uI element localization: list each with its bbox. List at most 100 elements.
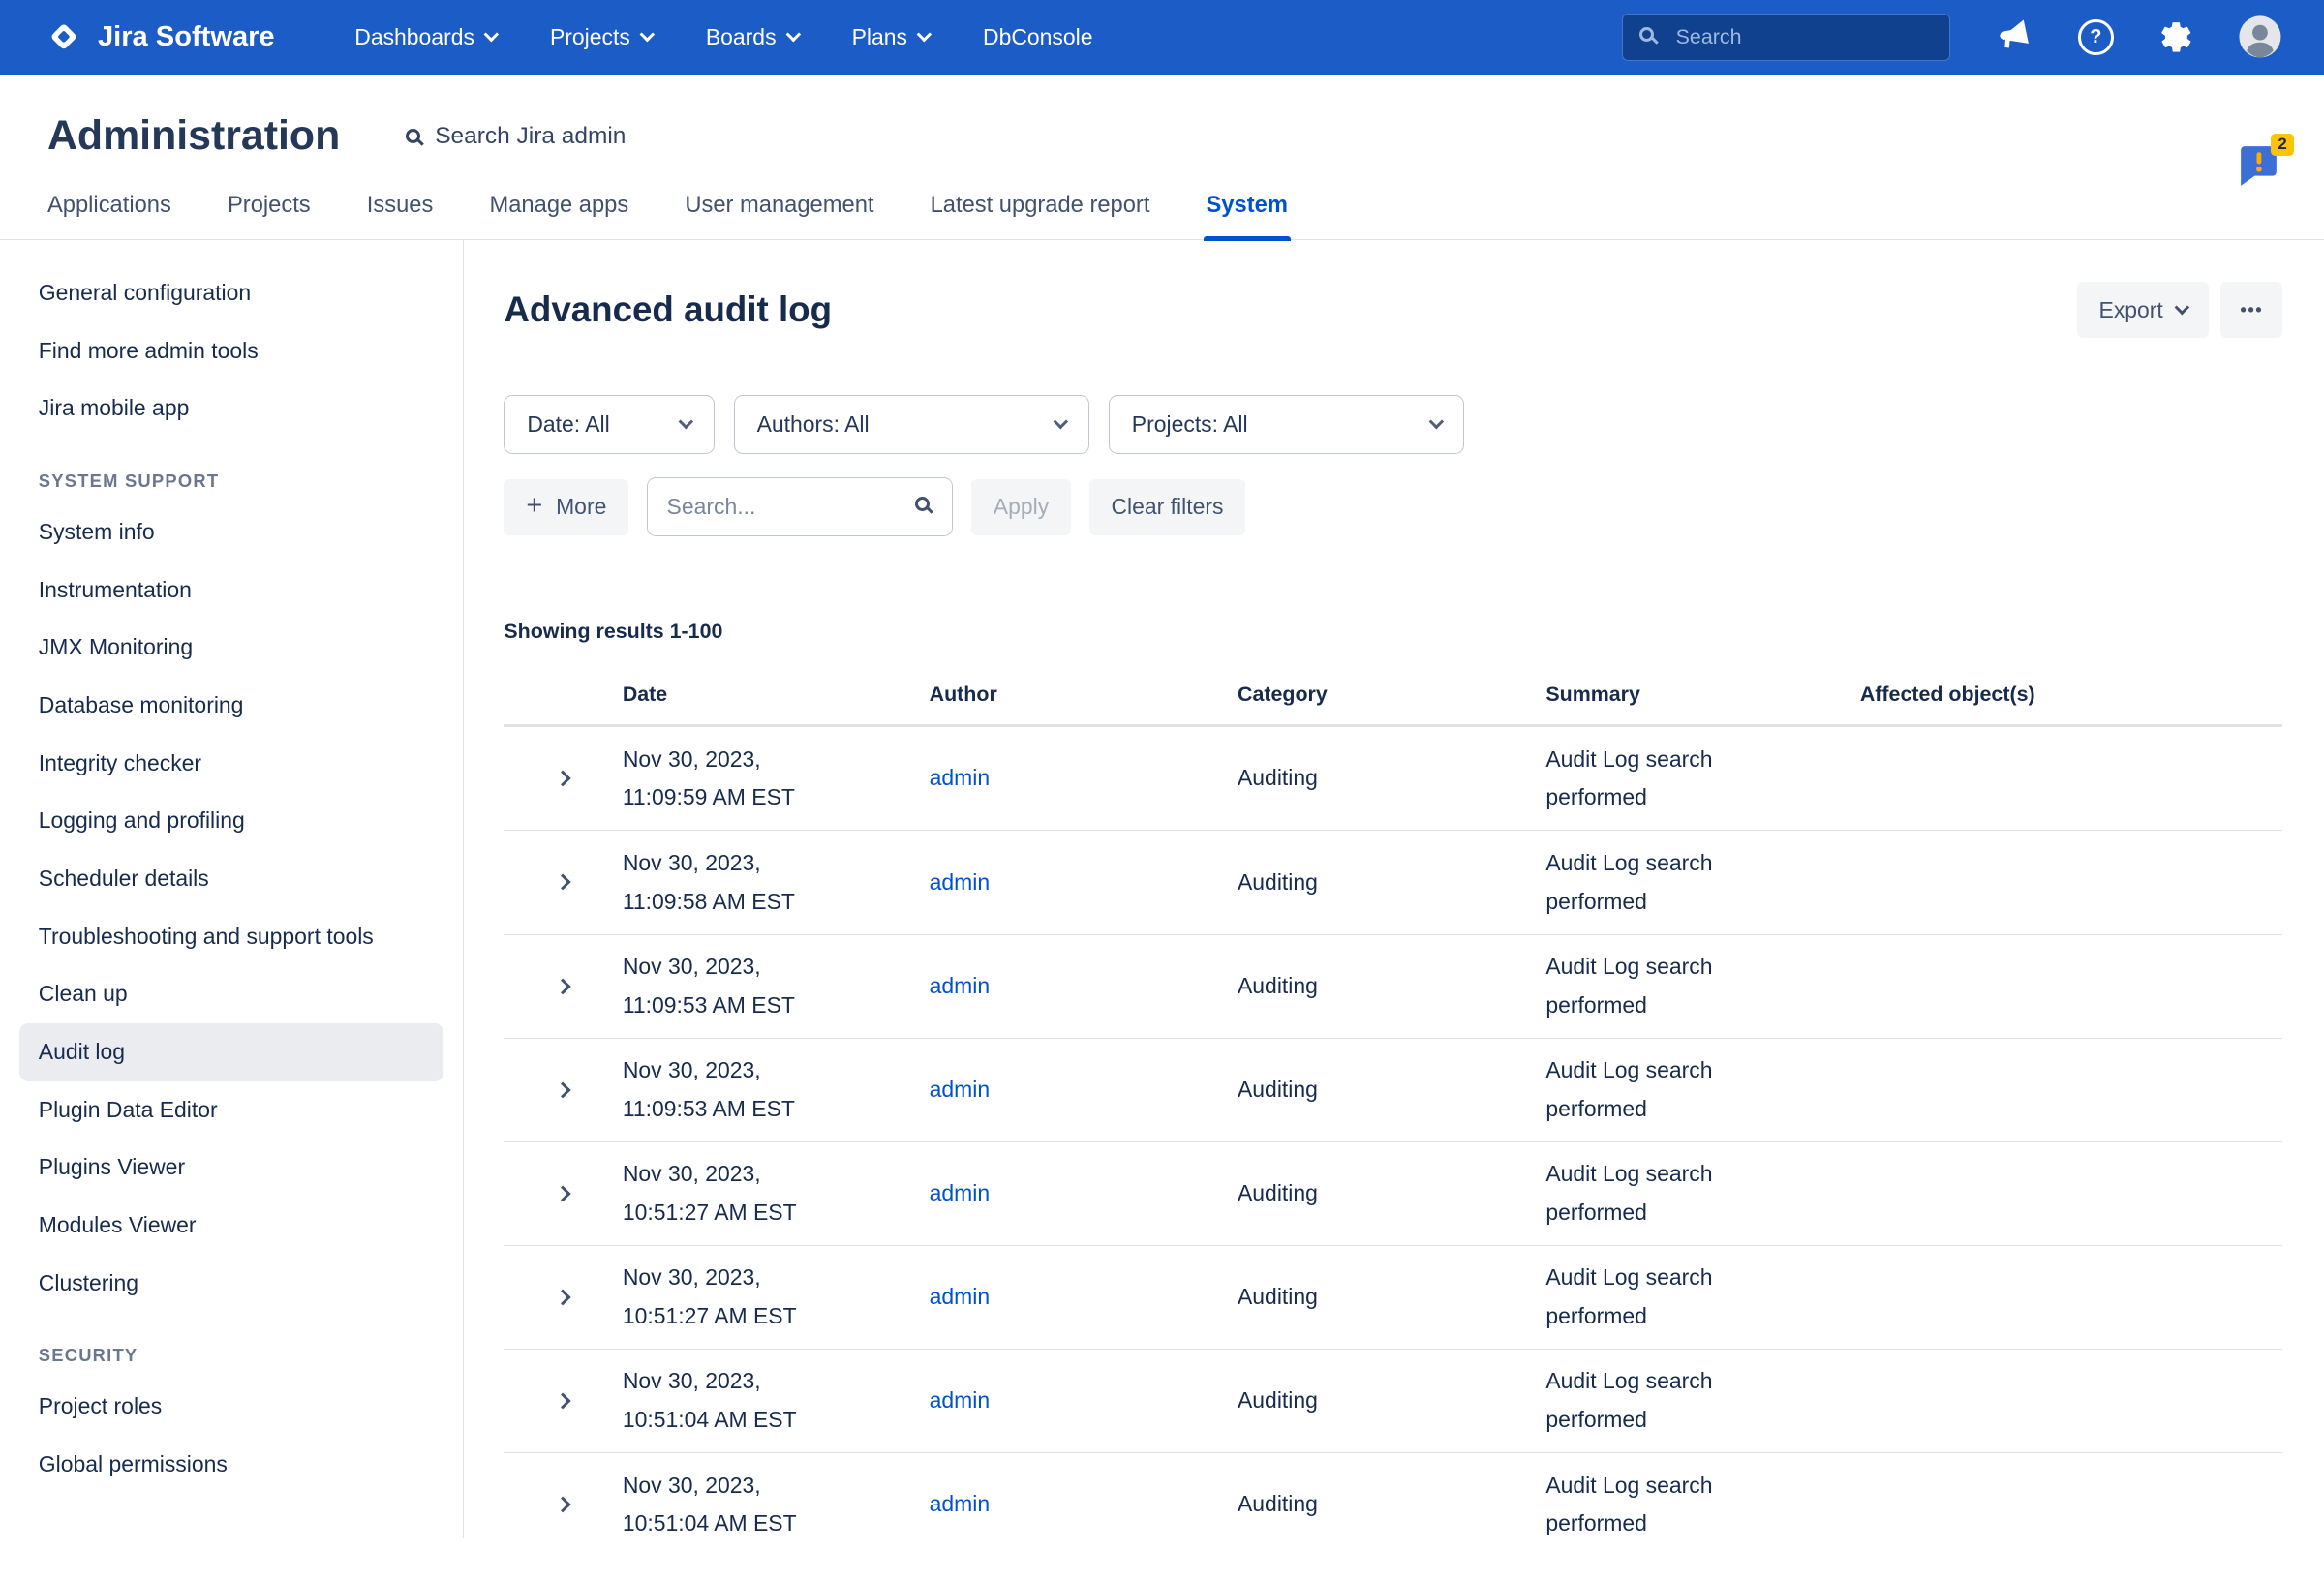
expand-row-chevron-icon[interactable] bbox=[555, 1289, 571, 1305]
tab-latest-upgrade-report[interactable]: Latest upgrade report bbox=[928, 181, 1153, 240]
sidebar-item-scheduler-details[interactable]: Scheduler details bbox=[19, 850, 443, 908]
page-body: General configurationFind more admin too… bbox=[0, 240, 2324, 1538]
nav-item-dashboards[interactable]: Dashboards bbox=[354, 24, 497, 50]
table-row: Nov 30, 2023, 10:51:27 AM EST admin Audi… bbox=[504, 1246, 2282, 1350]
sidebar-item-audit-log[interactable]: Audit log bbox=[19, 1023, 443, 1081]
author-link[interactable]: admin bbox=[930, 1077, 990, 1102]
export-label: Export bbox=[2099, 297, 2163, 323]
expand-cell bbox=[504, 773, 622, 784]
sidebar-item-troubleshooting-and-support-tools[interactable]: Troubleshooting and support tools bbox=[19, 907, 443, 965]
author-link[interactable]: admin bbox=[930, 765, 990, 790]
more-actions-button[interactable]: ••• bbox=[2220, 282, 2282, 338]
tab-projects[interactable]: Projects bbox=[225, 181, 314, 240]
author-link[interactable]: admin bbox=[930, 869, 990, 895]
feedback-widget[interactable]: 2 bbox=[2235, 142, 2282, 197]
top-navigation: Jira Software Dashboards Projects Boards… bbox=[0, 0, 2324, 75]
tab-user-management[interactable]: User management bbox=[682, 181, 876, 240]
apply-label: Apply bbox=[994, 494, 1049, 520]
sidebar-item-find-more-admin-tools[interactable]: Find more admin tools bbox=[19, 322, 443, 380]
nav-item-plans[interactable]: Plans bbox=[852, 24, 930, 50]
help-icon[interactable]: ? bbox=[2078, 19, 2114, 55]
clear-filters-label: Clear filters bbox=[1111, 494, 1223, 520]
nav-item-dbconsole[interactable]: DbConsole bbox=[983, 24, 1092, 50]
row-summary: Audit Log search performed bbox=[1545, 1155, 1859, 1232]
settings-gear-icon[interactable] bbox=[2158, 19, 2194, 55]
jira-admin-page: Jira Software Dashboards Projects Boards… bbox=[0, 0, 2324, 1581]
tab-system[interactable]: System bbox=[1204, 181, 1291, 240]
author-link[interactable]: admin bbox=[930, 1387, 990, 1413]
sidebar-item-plugins-viewer[interactable]: Plugins Viewer bbox=[19, 1139, 443, 1197]
main-content: Advanced audit log Export ••• Date: All bbox=[464, 240, 2324, 1538]
row-summary: Audit Log search performed bbox=[1545, 948, 1859, 1025]
sidebar-item-system-info[interactable]: System info bbox=[19, 503, 443, 562]
row-author: admin bbox=[930, 864, 1238, 902]
row-author: admin bbox=[930, 1071, 1238, 1110]
column-header-category: Category bbox=[1238, 683, 1545, 707]
jira-logo[interactable]: Jira Software bbox=[45, 17, 275, 56]
author-link[interactable]: admin bbox=[930, 1284, 990, 1309]
search-icon bbox=[406, 129, 420, 143]
authors-filter-select[interactable]: Authors: All bbox=[734, 395, 1089, 454]
expand-cell bbox=[504, 1084, 622, 1096]
tab-issues[interactable]: Issues bbox=[364, 181, 437, 240]
filter-search-input[interactable] bbox=[647, 477, 954, 536]
more-filters-label: More bbox=[556, 494, 606, 520]
expand-row-chevron-icon[interactable] bbox=[555, 1497, 571, 1513]
row-author: admin bbox=[930, 1485, 1238, 1524]
more-filters-button[interactable]: + More bbox=[504, 479, 628, 535]
sidebar-item-logging-and-profiling[interactable]: Logging and profiling bbox=[19, 792, 443, 850]
sidebar-item-instrumentation[interactable]: Instrumentation bbox=[19, 561, 443, 619]
announcement-icon[interactable] bbox=[1995, 17, 2034, 56]
sidebar-item-clean-up[interactable]: Clean up bbox=[19, 965, 443, 1023]
sidebar-item-general-configuration[interactable]: General configuration bbox=[19, 264, 443, 322]
expand-row-chevron-icon[interactable] bbox=[555, 1185, 571, 1201]
projects-filter-select[interactable]: Projects: All bbox=[1109, 395, 1464, 454]
sidebar-item-clustering[interactable]: Clustering bbox=[19, 1255, 443, 1313]
expand-row-chevron-icon[interactable] bbox=[555, 771, 571, 787]
sidebar-item-project-roles[interactable]: Project roles bbox=[19, 1378, 443, 1436]
projects-filter-label: Projects: All bbox=[1132, 411, 1248, 438]
page-title: Advanced audit log bbox=[504, 289, 832, 330]
filter-search bbox=[647, 477, 954, 536]
sidebar-item-jira-mobile-app[interactable]: Jira mobile app bbox=[19, 380, 443, 438]
author-link[interactable]: admin bbox=[930, 1180, 990, 1205]
table-row: Nov 30, 2023, 10:51:27 AM EST admin Audi… bbox=[504, 1142, 2282, 1246]
expand-cell bbox=[504, 1188, 622, 1200]
row-author: admin bbox=[930, 1278, 1238, 1317]
user-avatar[interactable] bbox=[2238, 15, 2282, 59]
author-link[interactable]: admin bbox=[930, 973, 990, 998]
date-filter-select[interactable]: Date: All bbox=[504, 395, 714, 454]
sidebar-item-modules-viewer[interactable]: Modules Viewer bbox=[19, 1197, 443, 1255]
expand-row-chevron-icon[interactable] bbox=[555, 1081, 571, 1098]
admin-search-link[interactable]: Search Jira admin bbox=[406, 123, 627, 150]
author-link[interactable]: admin bbox=[930, 1491, 990, 1516]
row-category: Auditing bbox=[1238, 1174, 1545, 1213]
main-header: Advanced audit log Export ••• bbox=[504, 282, 2282, 338]
row-summary: Audit Log search performed bbox=[1545, 1467, 1859, 1539]
table-row: Nov 30, 2023, 11:09:53 AM EST admin Audi… bbox=[504, 1039, 2282, 1142]
tab-applications[interactable]: Applications bbox=[45, 181, 174, 240]
nav-item-projects[interactable]: Projects bbox=[550, 24, 653, 50]
row-category: Auditing bbox=[1238, 1278, 1545, 1317]
sidebar-item-database-monitoring[interactable]: Database monitoring bbox=[19, 677, 443, 735]
sidebar-item-plugin-data-editor[interactable]: Plugin Data Editor bbox=[19, 1081, 443, 1140]
nav-search-input[interactable] bbox=[1622, 14, 1951, 61]
clear-filters-button[interactable]: Clear filters bbox=[1089, 479, 1246, 535]
sidebar-item-jmx-monitoring[interactable]: JMX Monitoring bbox=[19, 619, 443, 677]
nav-item-label: Plans bbox=[852, 24, 907, 50]
date-filter-label: Date: All bbox=[527, 411, 609, 438]
nav-item-boards[interactable]: Boards bbox=[706, 24, 799, 50]
admin-sidebar: General configurationFind more admin too… bbox=[0, 240, 464, 1538]
sidebar-item-integrity-checker[interactable]: Integrity checker bbox=[19, 734, 443, 792]
table-row: Nov 30, 2023, 10:51:04 AM EST admin Audi… bbox=[504, 1350, 2282, 1453]
tab-manage-apps[interactable]: Manage apps bbox=[486, 181, 631, 240]
results-summary: Showing results 1-100 bbox=[504, 620, 2282, 644]
chevron-down-icon bbox=[484, 27, 499, 42]
sidebar-item-global-permissions[interactable]: Global permissions bbox=[19, 1436, 443, 1494]
expand-row-chevron-icon[interactable] bbox=[555, 978, 571, 994]
export-button[interactable]: Export bbox=[2077, 282, 2210, 338]
expand-row-chevron-icon[interactable] bbox=[555, 874, 571, 891]
apply-button[interactable]: Apply bbox=[971, 479, 1071, 535]
chevron-down-icon bbox=[917, 27, 932, 42]
expand-row-chevron-icon[interactable] bbox=[555, 1393, 571, 1410]
